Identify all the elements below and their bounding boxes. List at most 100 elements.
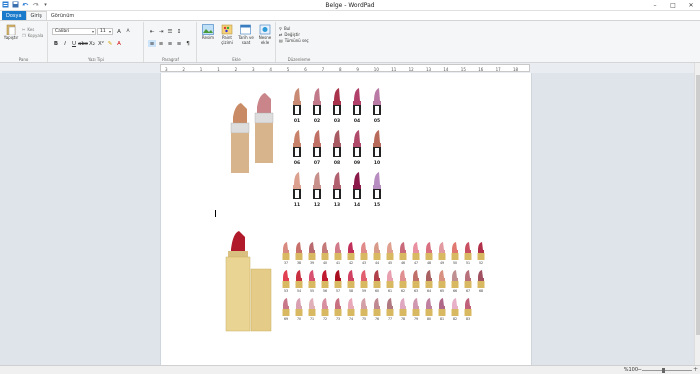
tab-home[interactable]: Giriş — [25, 11, 47, 20]
swatch-label: 74 — [348, 317, 354, 321]
zoom-slider[interactable] — [642, 368, 692, 373]
underline-button[interactable]: U — [70, 40, 78, 47]
copy-button[interactable]: ❐ Kopyala — [22, 32, 43, 38]
font-group: Calibri ▾ 11 ▾ A A B I U abc X₂ X² ✎ A Yaz… — [49, 22, 144, 62]
insert-object-button[interactable]: Nesne ekle — [257, 24, 273, 45]
scrollbar-thumb[interactable] — [696, 75, 700, 335]
insert-picture-button[interactable]: Resim — [200, 24, 216, 41]
swatch-label: 68 — [478, 289, 484, 293]
swatch-label: 76 — [374, 317, 380, 321]
lipstick-swatch: 14 — [351, 171, 363, 211]
swatch-shape — [347, 298, 355, 316]
swatch-label: 72 — [322, 317, 328, 321]
cut-label: Kes — [27, 26, 35, 32]
decrease-indent-icon[interactable]: ⇤ — [148, 28, 156, 35]
font-size-value: 11 — [100, 29, 106, 34]
font-family-select[interactable]: Calibri ▾ — [52, 28, 96, 35]
swatch-shape — [386, 270, 394, 288]
swatch-label: 66 — [452, 289, 458, 293]
swatch-shape — [334, 242, 342, 260]
lipstick-image-bottom[interactable]: 37 38 39 40 41 42 43 44 45 46 47 48 49 50 51 52 53 54 55 56… — [223, 229, 493, 339]
swatch-shape — [399, 298, 407, 316]
vertical-scrollbar[interactable] — [694, 63, 700, 365]
tab-file[interactable]: Dosya — [2, 11, 26, 20]
swatch-label: 08 — [333, 161, 341, 166]
select-all-button[interactable]: ▤ Tümünü seç — [279, 37, 309, 43]
swatch-label: 69 — [283, 317, 289, 321]
lipstick-swatch: 15 — [371, 171, 383, 211]
italic-button[interactable]: I — [61, 40, 69, 47]
font-color-icon[interactable]: A — [115, 40, 123, 47]
swatch-shape — [438, 298, 446, 316]
maximize-button[interactable]: □ — [664, 0, 682, 10]
minimize-button[interactable]: – — [646, 0, 664, 10]
swatch-shape — [353, 130, 361, 157]
ruler-mark: 8 — [339, 67, 342, 72]
font-size-select[interactable]: 11 ▾ — [97, 28, 113, 35]
ruler-mark: 3 — [252, 67, 255, 72]
paint-icon — [221, 24, 233, 35]
lipstick-swatch: 13 — [331, 171, 343, 211]
swatch-shape — [373, 130, 381, 157]
tab-view[interactable]: Görünüm — [47, 11, 78, 20]
align-left-icon[interactable]: ≡ — [148, 40, 156, 47]
swatch-grid-bottom: 37 38 39 40 41 42 43 44 45 46 47 48 49 50 51 52 53 54 55 56… — [281, 241, 491, 331]
swatch-label: 04 — [353, 119, 361, 124]
swatch-shape — [425, 270, 433, 288]
swatch-shape — [321, 298, 329, 316]
swatch-shape — [464, 298, 472, 316]
datetime-button[interactable]: Tarih ve saat — [238, 24, 254, 45]
superscript-button[interactable]: X² — [97, 40, 105, 47]
lipstick-swatch: 72 — [320, 297, 330, 323]
lipstick-swatch: 43 — [359, 241, 369, 267]
swatch-label: 47 — [413, 261, 419, 265]
swatch-shape — [477, 242, 485, 260]
swatch-shape — [386, 298, 394, 316]
highlight-icon[interactable]: ✎ — [106, 40, 114, 47]
ruler[interactable]: 3 2 1 1 2 3 4 5 6 7 8 9 10 11 12 13 14 15 16 17 18 — [160, 64, 530, 72]
swatch-shape — [360, 242, 368, 260]
ruler-mark: 2 — [182, 67, 185, 72]
document-page[interactable]: 01 02 03 04 05 06 07 08 09 10 11 12 13 14 15 37 38 39 40 4… — [160, 73, 532, 365]
binoculars-icon: ⚲ — [279, 25, 282, 31]
swatch-label: 09 — [353, 161, 361, 166]
list-icon[interactable]: ☰ — [166, 28, 174, 35]
lipstick-swatch: 73 — [333, 297, 343, 323]
paste-button[interactable]: Yapıştır — [2, 24, 20, 41]
swatch-label: 63 — [413, 289, 419, 293]
lipstick-swatch: 70 — [294, 297, 304, 323]
line-spacing-icon[interactable]: ↕ — [175, 28, 183, 35]
align-center-icon[interactable]: ≡ — [157, 40, 165, 47]
swatch-shape — [282, 270, 290, 288]
swatch-label: 45 — [387, 261, 393, 265]
lipstick-swatch: 41 — [333, 241, 343, 267]
align-right-icon[interactable]: ≡ — [166, 40, 174, 47]
justify-icon[interactable]: ≡ — [175, 40, 183, 47]
picture-label: Resim — [201, 35, 215, 40]
swatch-label: 54 — [296, 289, 302, 293]
swatch-shape — [451, 270, 459, 288]
bold-button[interactable]: B — [52, 40, 60, 47]
lipstick-swatch: 81 — [437, 297, 447, 323]
paint-drawing-button[interactable]: Paint çizimi — [219, 24, 235, 45]
subscript-button[interactable]: X₂ — [88, 40, 96, 47]
ruler-mark: 6 — [304, 67, 307, 72]
swatch-shape — [373, 298, 381, 316]
swatch-label: 38 — [296, 261, 302, 265]
ruler-bar: 3 2 1 1 2 3 4 5 6 7 8 9 10 11 12 13 14 15 16 17 18 — [0, 63, 700, 73]
paragraph-settings-icon[interactable]: ¶ — [184, 40, 192, 47]
replace-icon: ⇄ — [279, 31, 283, 37]
zoom-in-icon[interactable]: + — [693, 366, 698, 373]
close-button[interactable]: ✕ — [682, 0, 700, 10]
object-label: Nesne ekle — [258, 35, 272, 45]
swatch-label: 70 — [296, 317, 302, 321]
increase-indent-icon[interactable]: ⇥ — [157, 28, 165, 35]
grow-font-icon[interactable]: A — [115, 28, 123, 35]
shrink-font-icon[interactable]: A — [124, 28, 132, 35]
strikethrough-button[interactable]: abc — [78, 40, 88, 47]
lipstick-image-top[interactable]: 01 02 03 04 05 06 07 08 09 10 11 12 13 14 15 — [223, 87, 393, 208]
zoom-slider-knob[interactable] — [662, 368, 665, 373]
swatch-label: 37 — [283, 261, 289, 265]
swatch-label: 51 — [465, 261, 471, 265]
ruler-mark: 15 — [460, 67, 466, 72]
